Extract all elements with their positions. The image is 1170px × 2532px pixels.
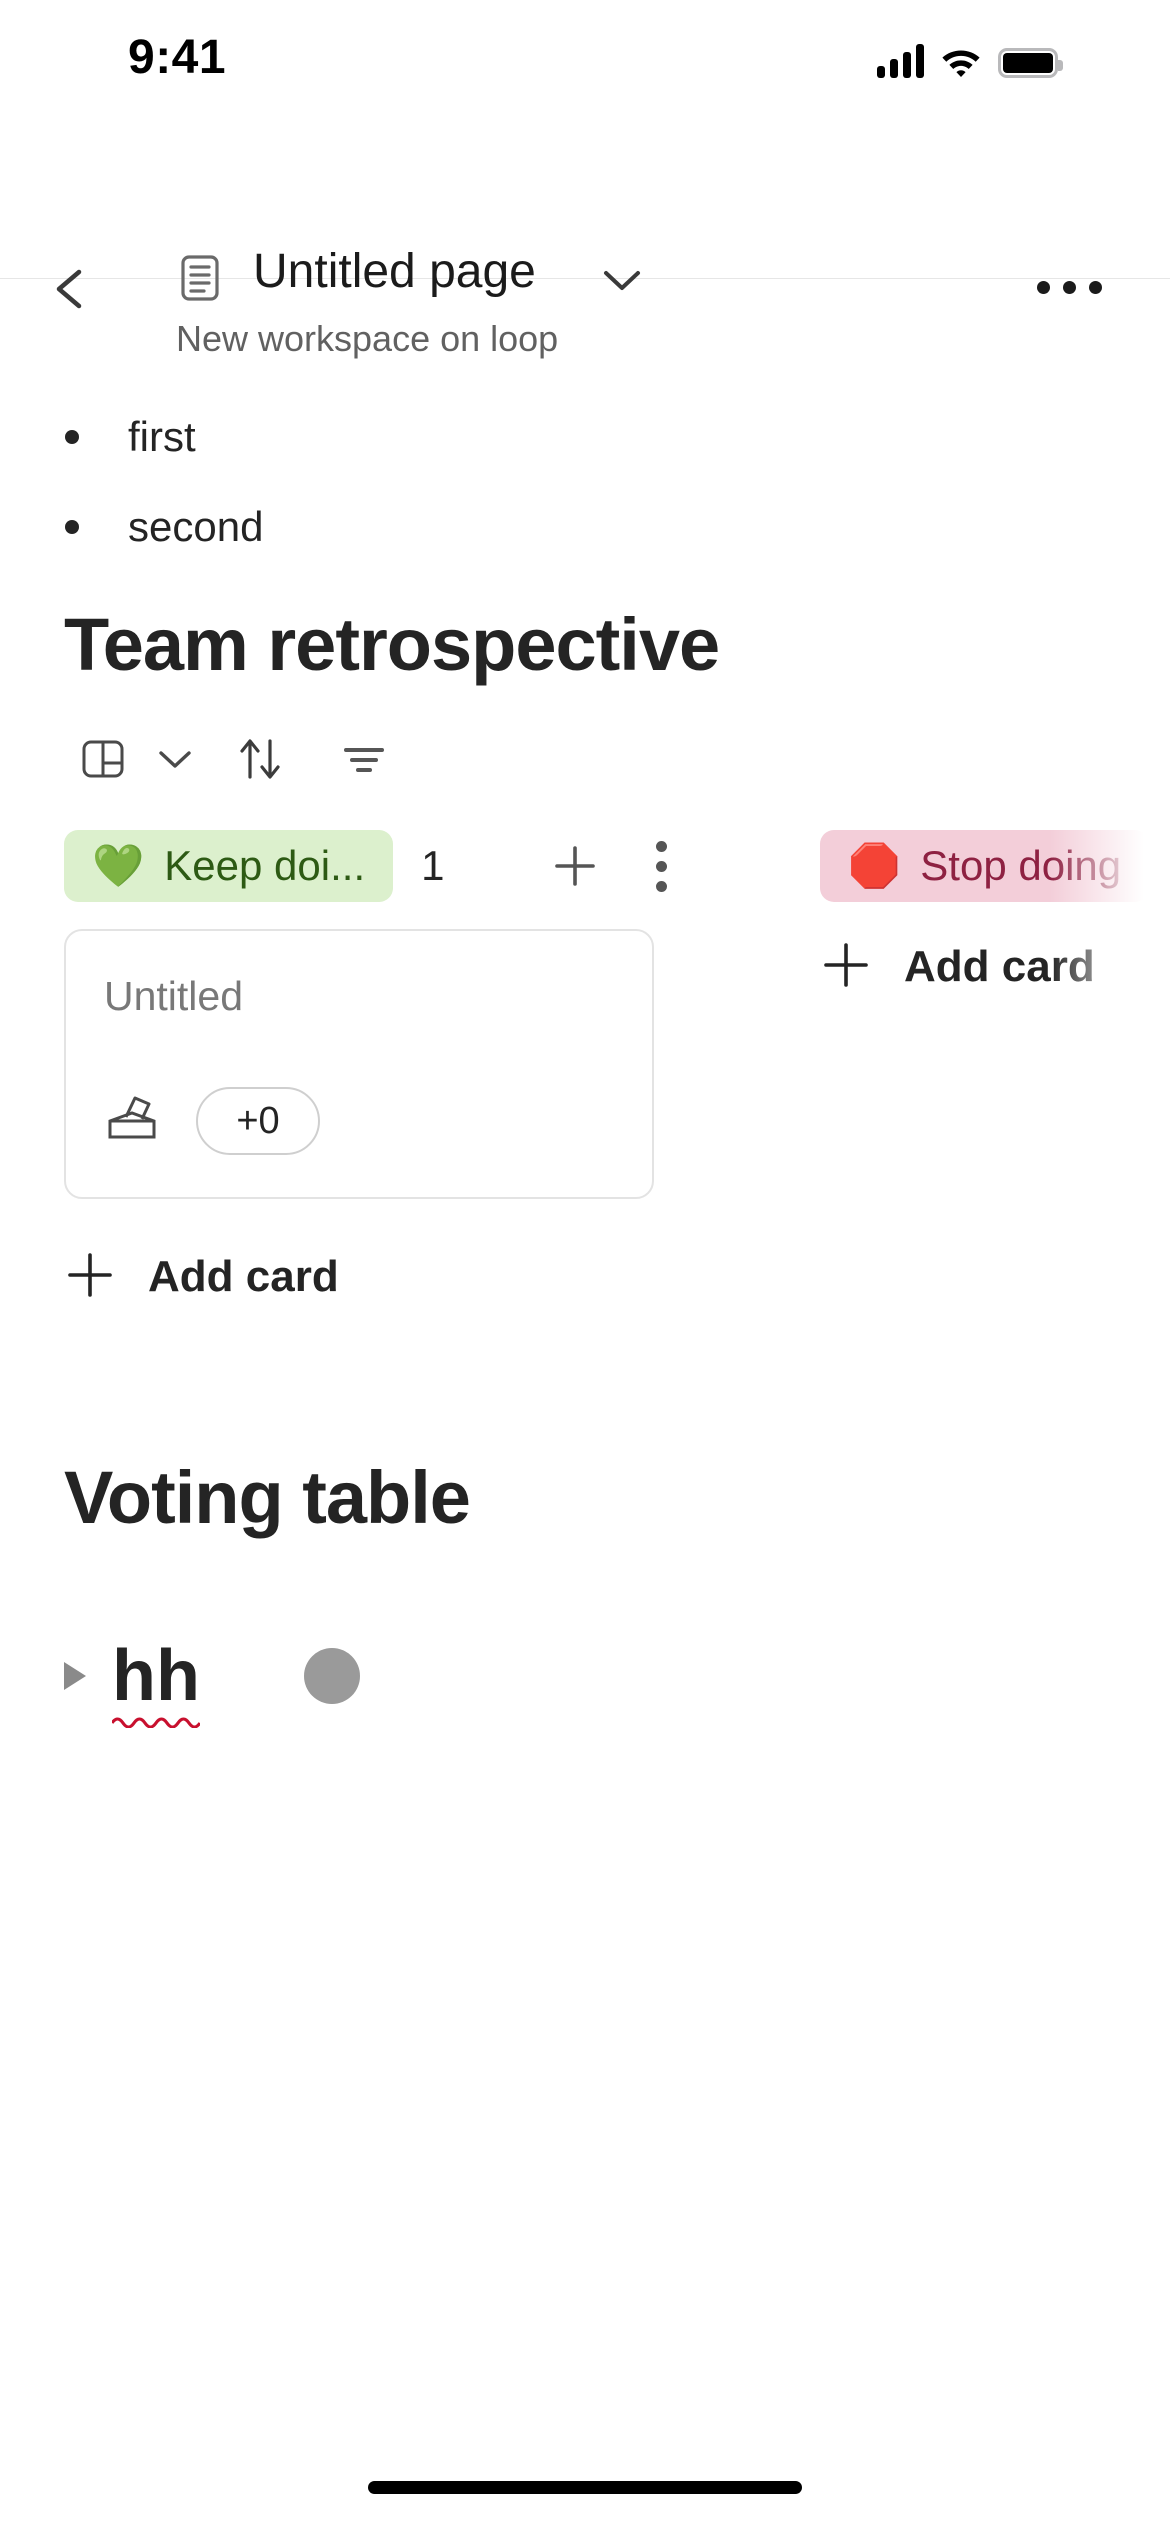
bullet-list: first second xyxy=(0,279,1170,572)
board-toolbar xyxy=(0,719,1170,799)
board-column-stop-doing: 🛑 Stop doing Add card xyxy=(820,825,1170,1005)
card-title[interactable]: Untitled xyxy=(104,973,614,1020)
spellcheck-underline xyxy=(112,1714,200,1728)
status-bar-icons xyxy=(877,38,1063,78)
sort-icon[interactable] xyxy=(208,719,312,799)
app-header: Untitled page New workspace on loop xyxy=(0,96,1170,359)
row-title[interactable]: hh xyxy=(112,1636,200,1716)
column-title-label: Keep doi... xyxy=(164,842,366,890)
battery-icon xyxy=(998,48,1063,78)
bullet-dot-icon xyxy=(65,430,79,444)
plus-icon xyxy=(64,1249,116,1306)
plus-icon[interactable] xyxy=(532,825,618,907)
add-card-button[interactable]: Add card xyxy=(64,1239,704,1315)
voting-table-section: Voting table hh xyxy=(0,1457,1170,1730)
add-card-label: Add card xyxy=(148,1252,339,1302)
column-title-label: Stop doing xyxy=(920,842,1122,890)
row-title-wrap: hh xyxy=(112,1640,200,1728)
column-header: 🛑 Stop doing xyxy=(820,825,1170,907)
table-row[interactable]: hh xyxy=(0,1621,1170,1731)
phone-screen: 9:41 Untitled page New workspace on loop… xyxy=(0,0,1170,2532)
column-header: 💚 Keep doi... 1 xyxy=(64,825,704,907)
board-view-chevron-down-icon[interactable] xyxy=(142,719,208,799)
list-item-label: first xyxy=(128,413,196,460)
add-card-label: Add card xyxy=(904,942,1095,992)
add-card-button[interactable]: Add card xyxy=(820,929,1170,1005)
filter-icon[interactable] xyxy=(312,719,416,799)
board-heading[interactable]: Team retrospective xyxy=(0,604,1170,686)
list-item[interactable]: first xyxy=(0,392,1170,482)
status-bar: 9:41 xyxy=(0,0,1170,96)
green-heart-icon: 💚 xyxy=(92,842,145,890)
list-item[interactable]: second xyxy=(0,482,1170,572)
column-header-actions xyxy=(532,825,704,907)
home-indicator xyxy=(368,2481,802,2494)
board-column-keep-doing: 💚 Keep doi... 1 Untitled +0 Add card xyxy=(64,825,704,1315)
board-view-icon[interactable] xyxy=(64,719,142,799)
avatar[interactable] xyxy=(303,1647,360,1704)
caret-right-icon[interactable] xyxy=(64,1661,86,1690)
status-bar-time: 9:41 xyxy=(128,31,227,84)
voting-table-heading[interactable]: Voting table xyxy=(0,1457,1170,1539)
vote-count-pill[interactable]: +0 xyxy=(196,1087,320,1156)
board[interactable]: 💚 Keep doi... 1 Untitled +0 Add card 🛑 S… xyxy=(0,825,1170,1426)
cellular-signal-icon xyxy=(877,44,924,78)
stop-sign-icon: 🛑 xyxy=(848,842,901,890)
column-title-pill[interactable]: 🛑 Stop doing xyxy=(820,830,1150,903)
document-content: first second Team retrospective 💚 Keep d… xyxy=(0,279,1170,1731)
column-card-count: 1 xyxy=(421,842,445,890)
plus-icon xyxy=(820,939,872,996)
bullet-dot-icon xyxy=(65,520,79,534)
board-card[interactable]: Untitled +0 xyxy=(64,929,654,1200)
list-item-label: second xyxy=(128,503,264,550)
more-vertical-icon[interactable] xyxy=(618,825,704,907)
card-footer: +0 xyxy=(104,1087,320,1156)
ballot-box-icon[interactable] xyxy=(104,1093,160,1150)
column-title-pill[interactable]: 💚 Keep doi... xyxy=(64,830,394,903)
wifi-icon xyxy=(940,44,982,78)
